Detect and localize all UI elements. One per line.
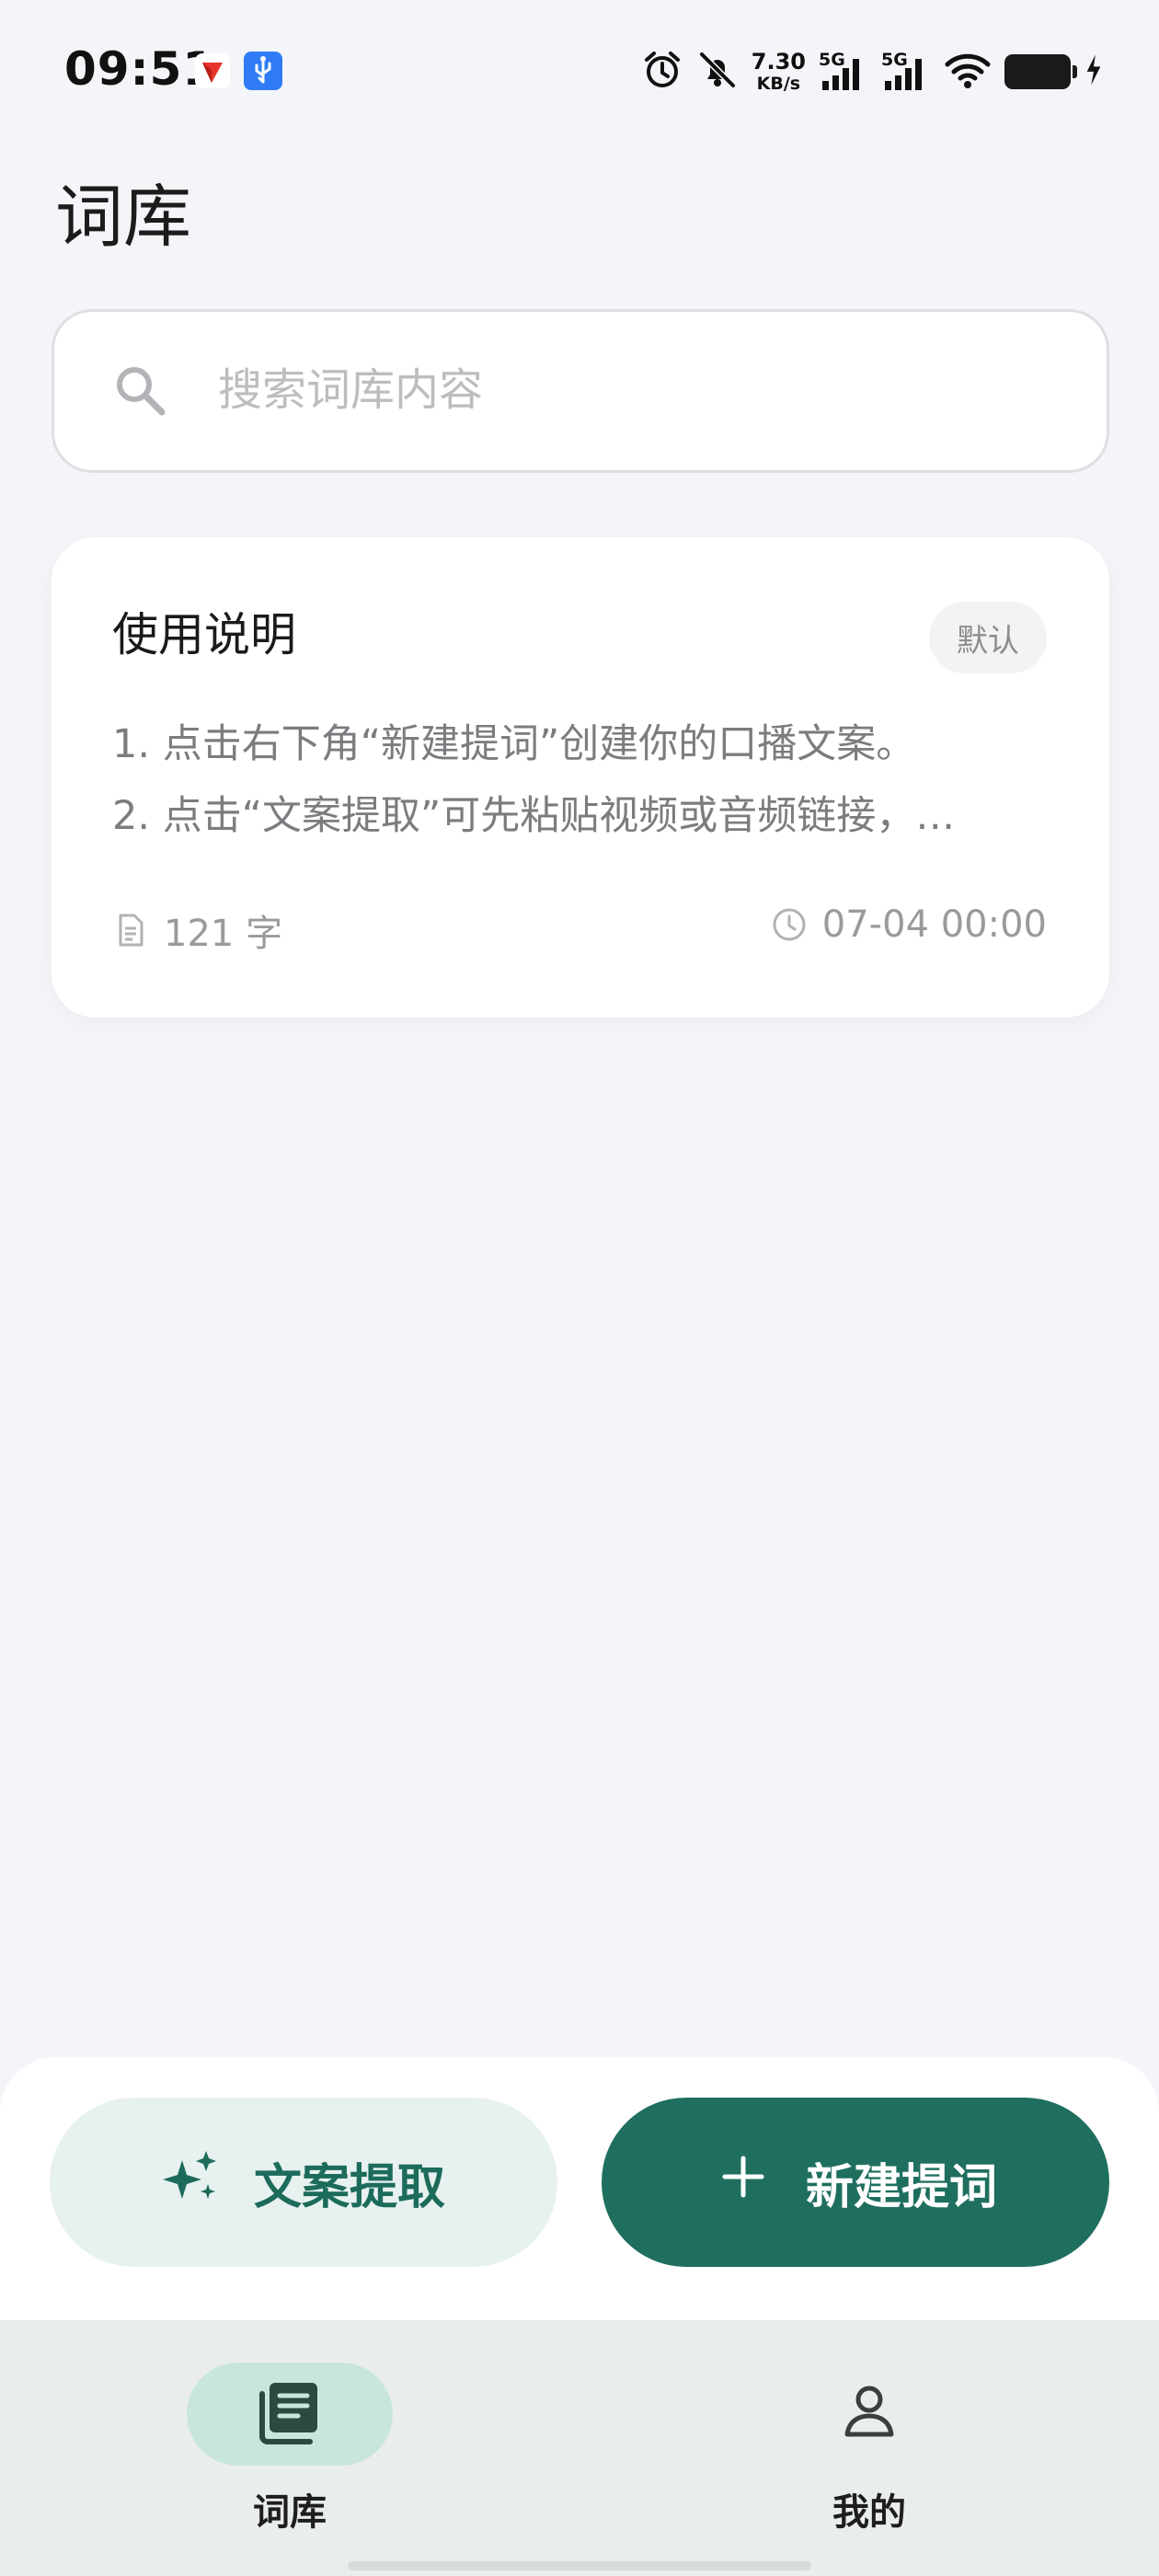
- bottom-nav: 词库 我的: [0, 2320, 1159, 2576]
- word-count-text: 121 字: [164, 913, 283, 955]
- timestamp-text: 07-04 00:00: [821, 903, 1047, 946]
- document-preview-line: 2. 点击“文案提取”可先粘贴视频或音频链接，…: [112, 793, 956, 839]
- nav-label-profile: 我的: [832, 2491, 906, 2534]
- document-title: 使用说明: [112, 608, 296, 661]
- search-icon: [111, 362, 168, 419]
- extract-copy-button[interactable]: 文案提取: [50, 2098, 557, 2267]
- person-icon: [834, 2377, 904, 2451]
- document-preview-line: 1. 点击右下角“新建提词”创建你的口播文案。: [112, 721, 916, 767]
- plus-icon: [714, 2147, 773, 2218]
- signal-icon: 5G: [819, 50, 868, 92]
- nav-label-library: 词库: [253, 2491, 327, 2534]
- home-indicator[interactable]: [348, 2561, 811, 2570]
- new-prompt-button[interactable]: 新建提词: [602, 2098, 1109, 2267]
- clock-icon: [771, 906, 808, 943]
- default-badge: 默认: [929, 602, 1047, 673]
- network-speed-unit: KB/s: [756, 74, 801, 94]
- library-icon: [255, 2377, 325, 2451]
- usb-icon: [244, 52, 282, 90]
- sim1-label: 5G: [819, 50, 845, 70]
- signal-icon: 5G: [881, 50, 931, 92]
- nav-item-library[interactable]: 词库: [152, 2363, 428, 2537]
- app-screen: 09:51 7.30 KB/s 5G 5G 词库 搜索词库内容 使用说明 默认 …: [0, 0, 1159, 2576]
- search-bar[interactable]: [52, 309, 1109, 473]
- nav-active-indicator: [187, 2363, 393, 2466]
- status-bar: 09:51 7.30 KB/s 5G 5G: [0, 0, 1159, 147]
- word-count: 121 字: [112, 903, 282, 957]
- status-icons: 7.30 KB/s 5G 5G: [641, 48, 1104, 96]
- sparkle-icon: [162, 2147, 221, 2218]
- new-prompt-label: 新建提词: [805, 2160, 997, 2214]
- document-timestamp: 07-04 00:00: [771, 903, 1047, 946]
- bell-off-icon: [696, 49, 739, 95]
- battery-icon: [1004, 54, 1077, 89]
- alarm-icon: [641, 49, 683, 95]
- network-speed: 7.30 KB/s: [752, 51, 806, 93]
- document-icon: [112, 912, 149, 949]
- action-panel: 文案提取 新建提词: [0, 2057, 1159, 2324]
- nav-item-profile[interactable]: 我的: [731, 2363, 1007, 2537]
- wifi-icon: [944, 50, 992, 94]
- extract-copy-label: 文案提取: [253, 2160, 445, 2214]
- sim2-label: 5G: [881, 50, 908, 70]
- notification-app-icon: [193, 52, 232, 90]
- search-input[interactable]: [218, 349, 1046, 431]
- page-title: 词库: [55, 178, 191, 257]
- nav-icon-container: [766, 2363, 972, 2466]
- document-card[interactable]: 使用说明 默认 1. 点击右下角“新建提词”创建你的口播文案。 2. 点击“文案…: [52, 537, 1109, 1018]
- network-speed-value: 7.30: [751, 49, 806, 75]
- charging-icon: [1084, 50, 1104, 94]
